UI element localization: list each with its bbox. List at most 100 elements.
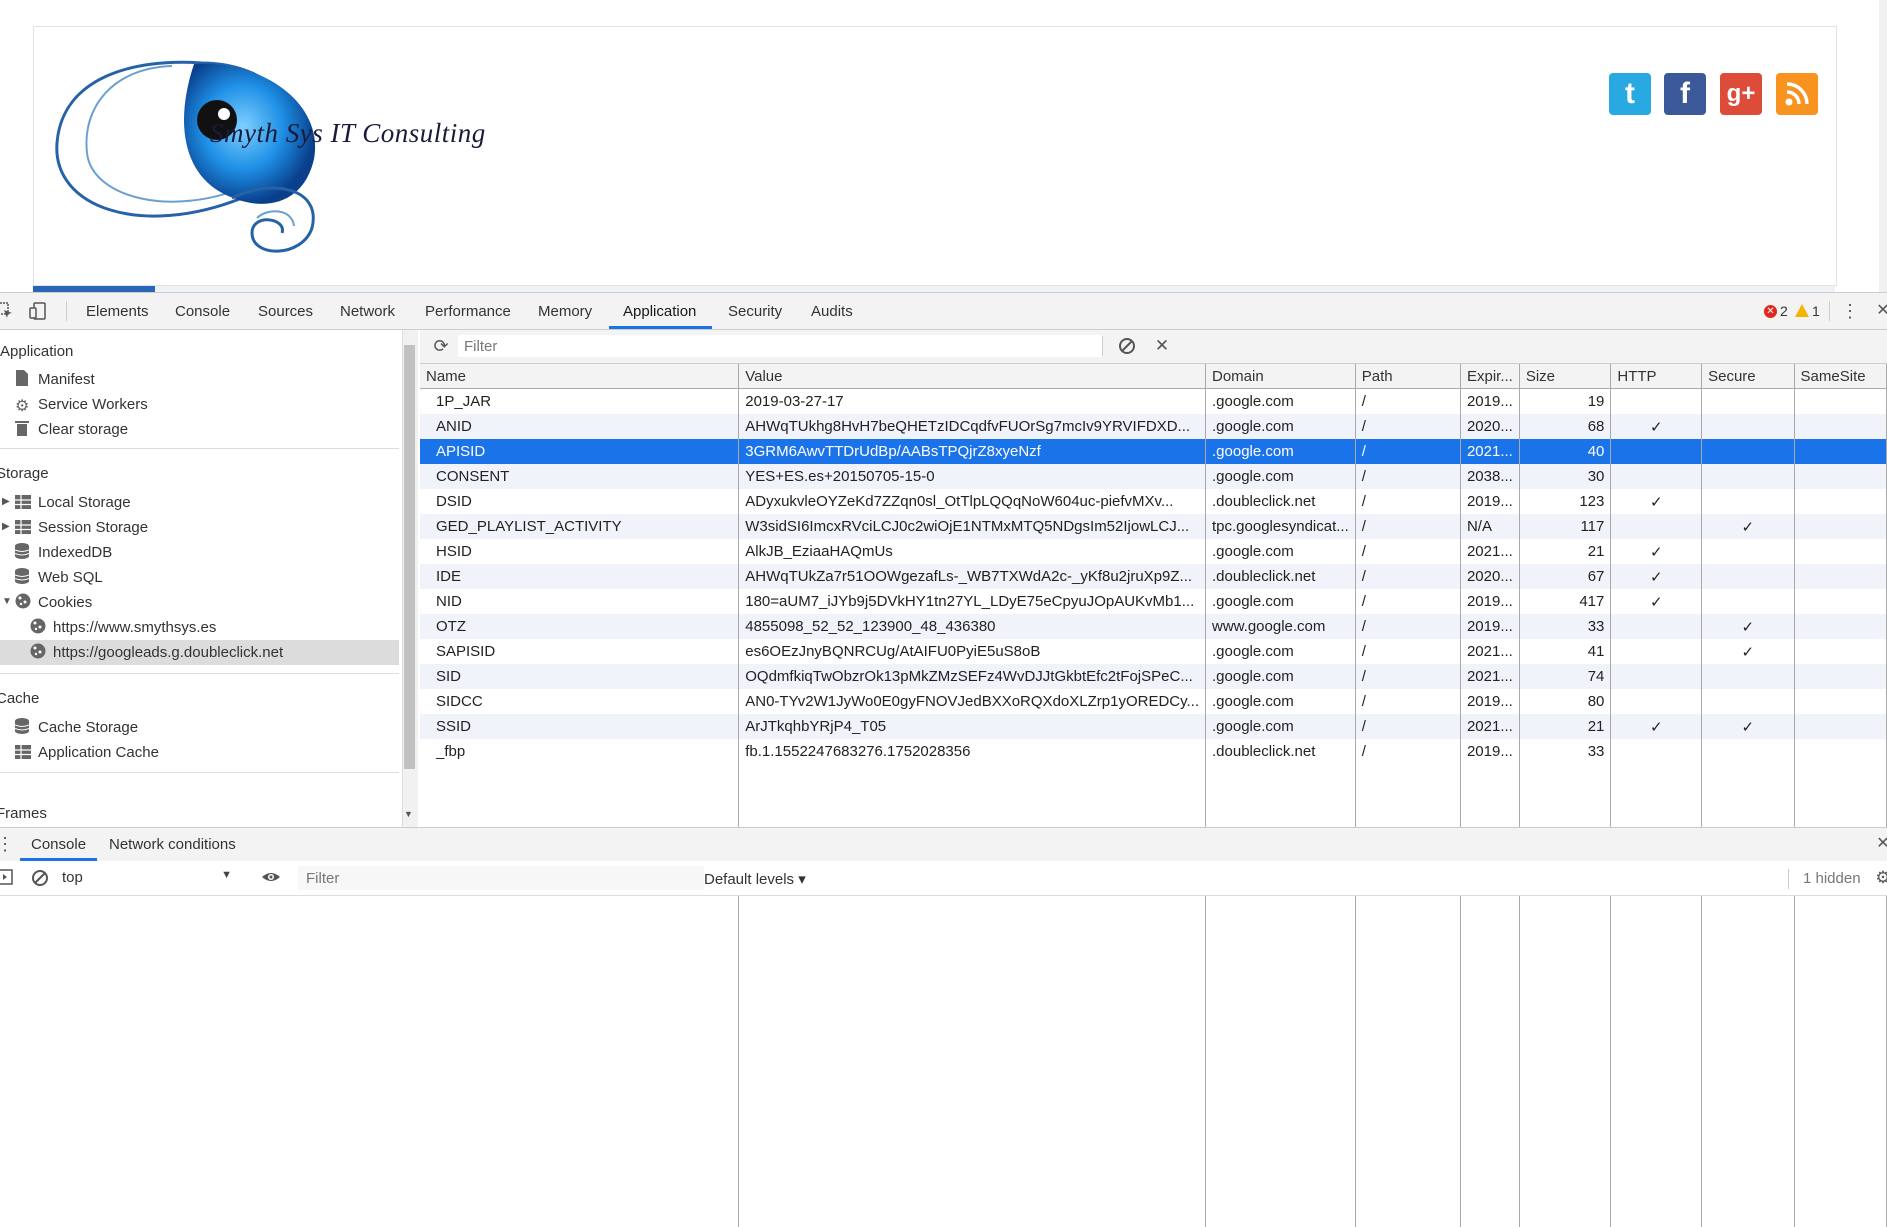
table-row[interactable]: APISID 3GRM6AwvTTDrUdBp/AABsTPQjrZ8xyeNzf… — [420, 439, 1887, 464]
table-row[interactable]: DSID ADyxukvleOYZeKd7ZZqn0sl_OtTlpLQQqNoW… — [420, 489, 1887, 514]
table-row[interactable]: OTZ 4855098_52_52_123900_48_436380 www.goo… — [420, 614, 1887, 639]
table-row[interactable]: NID 180=aUM7_iJYb9j5DVkHY1tn27YL_LDyE75eC… — [420, 589, 1887, 614]
column-header-samesite[interactable]: SameSite — [1794, 364, 1887, 389]
column-header-size[interactable]: Size — [1519, 364, 1612, 389]
sidebar-item-cache-storage[interactable]: Cache Storage — [14, 715, 138, 740]
tab-application[interactable]: Application — [623, 293, 696, 329]
cell-expires: 2021... — [1460, 639, 1520, 664]
drawer-tab-network-conditions[interactable]: Network conditions — [109, 828, 236, 864]
delete-selected-icon[interactable]: ✕ — [1153, 337, 1171, 355]
sidebar-item-cookie-site-smythsys[interactable]: https://www.smythsys.es — [30, 615, 216, 640]
sidebar-item-cookies[interactable]: Cookies — [15, 590, 92, 615]
device-toolbar-icon[interactable] — [29, 302, 47, 320]
collapse-arrow-icon[interactable]: ▼ — [2, 596, 12, 607]
rss-icon[interactable] — [1776, 73, 1818, 115]
inspect-element-icon[interactable] — [0, 302, 14, 320]
table-row[interactable]: HSID AlkJB_EziaaHAQmUs .google.com/2021...… — [420, 539, 1887, 564]
google-plus-icon[interactable]: g+ — [1720, 73, 1762, 115]
sidebar-item-session-storage[interactable]: Session Storage — [15, 515, 148, 540]
drawer-menu-icon[interactable]: ⋮ — [0, 835, 14, 853]
column-header-expires[interactable]: Expir... — [1460, 364, 1520, 389]
warning-count[interactable]: 1 — [1812, 303, 1820, 319]
console-filter-input[interactable] — [298, 866, 704, 890]
table-row[interactable]: ANID AHWqTUkhg8HvH7beQHETzIDCqdfvFUOrSg7m… — [420, 414, 1887, 439]
tab-console[interactable]: Console — [175, 293, 230, 329]
twitter-icon[interactable]: t — [1609, 73, 1651, 115]
column-header-value[interactable]: Value — [738, 364, 1206, 389]
close-devtools-icon[interactable]: ✕ — [1874, 302, 1887, 320]
cell-http: ✓ — [1610, 489, 1703, 514]
cell-domain: .google.com — [1205, 539, 1356, 564]
table-row[interactable]: 1P_JAR 2019-03-27-17 .google.com/2019... 19 — [420, 388, 1887, 414]
refresh-icon[interactable]: ⟳ — [432, 337, 450, 355]
sidebar-item-application-cache[interactable]: Application Cache — [15, 740, 159, 765]
page-scrollbar[interactable] — [1879, 0, 1887, 292]
log-levels-dropdown[interactable]: Default levels ▾ — [704, 870, 806, 888]
column-header-name[interactable]: Name — [420, 364, 740, 389]
table-row[interactable]: GED_PLAYLIST_ACTIVITY W3sidSI6ImcxRVciLCJ… — [420, 514, 1887, 539]
hidden-messages-count: 1 hidden — [1803, 870, 1861, 887]
scroll-down-arrow-icon[interactable]: ▼ — [404, 809, 413, 819]
cell-value: fb.1.1552247683276.1752028356 — [738, 739, 1206, 764]
more-options-icon[interactable]: ⋮ — [1841, 302, 1859, 320]
cell-value: AN0-TYv2W1JyWo0E0gyFNOVJedBXXoRQXdoXLZrp… — [738, 689, 1206, 714]
tab-elements[interactable]: Elements — [86, 293, 149, 329]
cell-value: 180=aUM7_iJYb9j5DVkHY1tn27YL_LDyE75eCpyu… — [738, 589, 1206, 614]
show-console-sidebar-icon[interactable] — [0, 869, 14, 887]
trash-icon — [15, 419, 31, 436]
column-header-domain[interactable]: Domain — [1205, 364, 1356, 389]
table-row[interactable]: IDE AHWqTUkZa7r51OOWgezafLs-_WB7TXWdA2c-_… — [420, 564, 1887, 589]
sidebar-item-manifest[interactable]: Manifest — [15, 367, 95, 392]
context-selector[interactable]: top ▼ — [62, 869, 232, 889]
cell-http: ✓ — [1610, 539, 1703, 564]
tab-audits[interactable]: Audits — [811, 293, 853, 329]
sidebar-item-clear-storage[interactable]: Clear storage — [15, 417, 128, 442]
tab-network[interactable]: Network — [340, 293, 395, 329]
warning-icon[interactable] — [1795, 304, 1809, 317]
column-header-http[interactable]: HTTP — [1610, 364, 1703, 389]
tab-performance[interactable]: Performance — [425, 293, 511, 329]
cell-name: HSID — [420, 539, 740, 564]
tab-security[interactable]: Security — [728, 293, 782, 329]
tab-sources[interactable]: Sources — [258, 293, 313, 329]
column-header-path[interactable]: Path — [1355, 364, 1461, 389]
table-row[interactable]: CONSENT YES+ES.es+20150705-15-0 .google.co… — [420, 464, 1887, 489]
sidebar-item-service-workers[interactable]: ⚙ Service Workers — [15, 392, 148, 417]
cookies-toolbar: ⟳ ✕ — [420, 330, 1887, 364]
expand-arrow-icon[interactable]: ▶ — [2, 496, 10, 507]
cell-name: APISID — [420, 439, 740, 464]
clear-console-icon[interactable] — [31, 869, 49, 887]
table-row[interactable]: SID OQdmfkiqTwObzrOk13pMkZMzSEFz4WvDJJtGk… — [420, 664, 1887, 689]
cell-path: / — [1355, 614, 1461, 639]
error-icon[interactable]: ✕ — [1764, 305, 1777, 318]
company-logo[interactable] — [52, 58, 512, 258]
column-header-secure[interactable]: Secure — [1701, 364, 1795, 389]
cell-name: NID — [420, 589, 740, 614]
cell-path: / — [1355, 439, 1461, 464]
cell-secure: ✓ — [1701, 639, 1795, 664]
error-count[interactable]: 2 — [1780, 303, 1788, 319]
cell-size: 117 — [1519, 514, 1612, 539]
cell-http — [1610, 388, 1703, 414]
live-expression-eye-icon[interactable] — [261, 869, 280, 887]
sidebar-scrollbar-thumb[interactable] — [404, 345, 415, 769]
cookie-filter-input[interactable] — [458, 335, 1102, 357]
table-row[interactable]: _fbp fb.1.1552247683276.1752028356 .double… — [420, 739, 1887, 764]
cell-samesite — [1794, 539, 1887, 564]
table-row[interactable]: SSID ArJTkqhbYRjP4_T05 .google.com/2021...… — [420, 714, 1887, 739]
facebook-icon[interactable]: f — [1664, 73, 1706, 115]
close-drawer-icon[interactable]: ✕ — [1874, 835, 1887, 853]
cell-http — [1610, 739, 1703, 764]
sidebar-item-local-storage[interactable]: Local Storage — [15, 490, 131, 515]
sidebar-item-web-sql[interactable]: Web SQL — [14, 565, 103, 590]
cell-domain: tpc.googlesyndicat... — [1205, 514, 1356, 539]
table-row[interactable]: SAPISID es6OEzJnyBQNRCUg/AtAIFU0PyiE5uS8o… — [420, 639, 1887, 664]
cell-size: 19 — [1519, 388, 1612, 414]
sidebar-item-cookie-site-doubleclick[interactable]: https://googleads.g.doubleclick.net — [30, 640, 283, 665]
tab-memory[interactable]: Memory — [538, 293, 592, 329]
table-row[interactable]: SIDCC AN0-TYv2W1JyWo0E0gyFNOVJedBXXoRQXdo… — [420, 689, 1887, 714]
console-settings-gear-icon[interactable]: ⚙ — [1874, 869, 1887, 887]
sidebar-item-indexeddb[interactable]: IndexedDB — [14, 540, 112, 565]
clear-all-icon[interactable] — [1118, 337, 1136, 355]
expand-arrow-icon[interactable]: ▶ — [2, 521, 10, 532]
